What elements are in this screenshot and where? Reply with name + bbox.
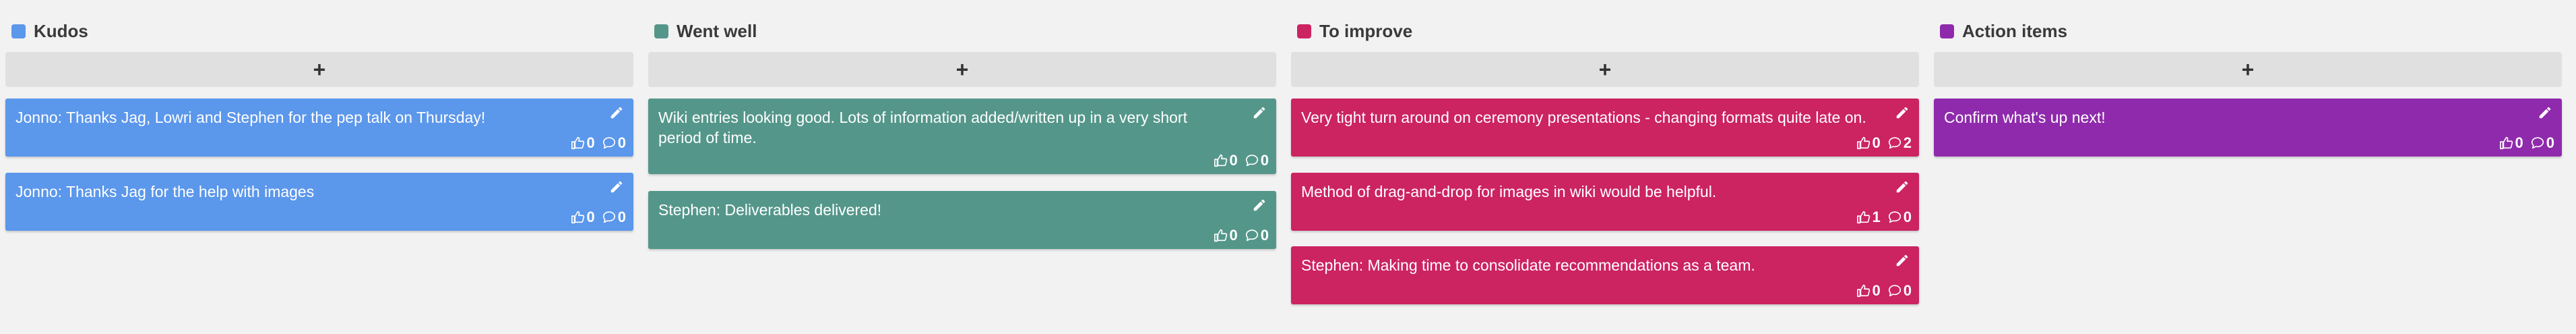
- like-count: 0: [586, 134, 595, 151]
- card-text: Stephen: Making time to consolidate reco…: [1301, 256, 1755, 274]
- comment-count: 2: [1903, 134, 1912, 151]
- card[interactable]: Jonno: Thanks Jag for the help with imag…: [5, 173, 633, 231]
- thumbs-up-icon[interactable]: [1856, 210, 1871, 225]
- card-text: Confirm what's up next!: [1944, 109, 2106, 126]
- plus-icon: +: [955, 57, 969, 82]
- thumbs-up-icon[interactable]: [2499, 136, 2514, 150]
- retro-board: Kudos + Jonno: Thanks Jag, Lowri and Ste…: [0, 0, 2576, 334]
- pencil-icon[interactable]: [609, 179, 624, 194]
- card-footer: 0 0: [571, 134, 626, 152]
- card-text: Jonno: Thanks Jag, Lowri and Stephen for…: [15, 109, 486, 126]
- column-to-improve: To improve + Very tight turn around on c…: [1291, 16, 1919, 304]
- card-footer: 0 2: [1856, 134, 1912, 152]
- card-text: Method of drag-and-drop for images in wi…: [1301, 183, 1717, 200]
- card-footer: 1 0: [1856, 208, 1912, 227]
- column-color-swatch: [1297, 24, 1311, 38]
- add-card-button[interactable]: +: [1291, 52, 1919, 87]
- card[interactable]: Method of drag-and-drop for images in wi…: [1291, 173, 1919, 231]
- comment-icon[interactable]: [1245, 228, 1259, 243]
- column-went-well: Went well + Wiki entries looking good. L…: [648, 16, 1276, 249]
- plus-icon: +: [2241, 57, 2255, 82]
- like-count: 0: [1872, 282, 1881, 299]
- card[interactable]: Confirm what's up next! 0 0: [1934, 99, 2562, 157]
- card[interactable]: Wiki entries looking good. Lots of infor…: [648, 99, 1276, 174]
- pencil-icon[interactable]: [1895, 179, 1910, 194]
- comment-count: 0: [617, 208, 626, 225]
- column-title: To improve: [1319, 20, 1413, 41]
- pencil-icon[interactable]: [609, 105, 624, 120]
- pencil-icon[interactable]: [2538, 105, 2552, 120]
- comment-icon[interactable]: [1887, 283, 1902, 298]
- like-count: 0: [2515, 134, 2523, 151]
- thumbs-up-icon[interactable]: [571, 210, 586, 225]
- pencil-icon[interactable]: [1252, 198, 1267, 213]
- thumbs-up-icon[interactable]: [571, 136, 586, 150]
- like-count: 0: [1229, 152, 1238, 169]
- column-title: Kudos: [34, 20, 88, 41]
- comment-count: 0: [617, 134, 626, 151]
- card[interactable]: Stephen: Deliverables delivered! 0 0: [648, 191, 1276, 249]
- column-header: Kudos: [5, 16, 633, 46]
- pencil-icon[interactable]: [1895, 105, 1910, 120]
- pencil-icon[interactable]: [1252, 105, 1267, 120]
- column-title: Went well: [677, 20, 757, 41]
- add-card-button[interactable]: +: [1934, 52, 2562, 87]
- thumbs-up-icon[interactable]: [1856, 283, 1871, 298]
- thumbs-up-icon[interactable]: [1214, 153, 1228, 168]
- column-kudos: Kudos + Jonno: Thanks Jag, Lowri and Ste…: [5, 16, 633, 231]
- card-text: Jonno: Thanks Jag for the help with imag…: [15, 183, 315, 200]
- column-color-swatch: [1940, 24, 1954, 38]
- comment-icon[interactable]: [602, 136, 617, 150]
- comment-count: 0: [1260, 227, 1269, 244]
- comment-count: 0: [1903, 282, 1912, 299]
- column-header: Went well: [648, 16, 1276, 46]
- card-footer: 0 0: [1214, 226, 1269, 245]
- comment-icon[interactable]: [1887, 210, 1902, 225]
- card-text: Very tight turn around on ceremony prese…: [1301, 109, 1866, 126]
- card[interactable]: Jonno: Thanks Jag, Lowri and Stephen for…: [5, 99, 633, 157]
- card-footer: 0 0: [1856, 281, 1912, 300]
- plus-icon: +: [313, 57, 326, 82]
- comment-count: 0: [1260, 152, 1269, 169]
- card[interactable]: Very tight turn around on ceremony prese…: [1291, 99, 1919, 157]
- like-count: 0: [586, 208, 595, 225]
- comment-icon[interactable]: [602, 210, 617, 225]
- add-card-button[interactable]: +: [648, 52, 1276, 87]
- card-text: Stephen: Deliverables delivered!: [658, 201, 882, 219]
- card-footer: 0 0: [2499, 134, 2554, 152]
- thumbs-up-icon[interactable]: [1856, 136, 1871, 150]
- column-color-swatch: [11, 24, 26, 38]
- like-count: 0: [1872, 134, 1881, 151]
- pencil-icon[interactable]: [1895, 253, 1910, 268]
- column-action-items: Action items + Confirm what's up next! 0…: [1934, 16, 2562, 157]
- add-card-button[interactable]: +: [5, 52, 633, 87]
- column-header: Action items: [1934, 16, 2562, 46]
- comment-icon[interactable]: [1887, 136, 1902, 150]
- comment-icon[interactable]: [2530, 136, 2545, 150]
- comment-count: 0: [2546, 134, 2554, 151]
- card[interactable]: Stephen: Making time to consolidate reco…: [1291, 246, 1919, 304]
- card-text: Wiki entries looking good. Lots of infor…: [658, 109, 1187, 146]
- column-title: Action items: [1962, 20, 2068, 41]
- column-header: To improve: [1291, 16, 1919, 46]
- like-count: 1: [1872, 208, 1881, 225]
- column-color-swatch: [654, 24, 668, 38]
- card-footer: 0 0: [571, 208, 626, 227]
- like-count: 0: [1229, 227, 1238, 244]
- card-footer: 0 0: [1214, 151, 1269, 170]
- plus-icon: +: [1598, 57, 1612, 82]
- comment-icon[interactable]: [1245, 153, 1259, 168]
- comment-count: 0: [1903, 208, 1912, 225]
- thumbs-up-icon[interactable]: [1214, 228, 1228, 243]
